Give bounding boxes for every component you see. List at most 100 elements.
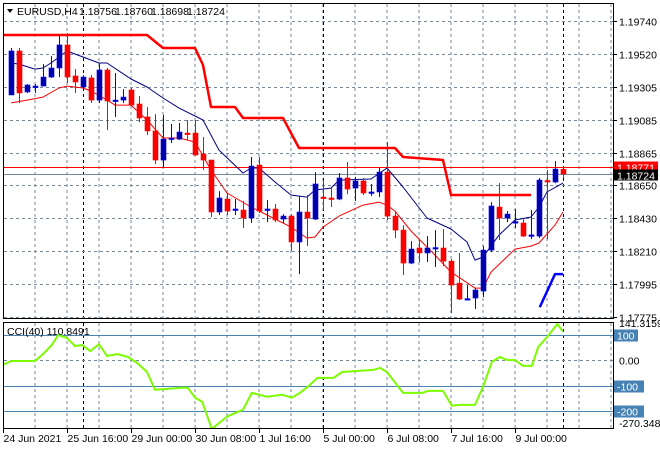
bear-candle (288, 214, 295, 252)
candle-body (264, 208, 271, 211)
bull-candle (32, 83, 39, 94)
time-tick-label: 5 Jul 00:00 (324, 433, 376, 445)
candle-body (88, 77, 95, 101)
candle-body (312, 183, 319, 220)
candle-body (512, 221, 519, 224)
candle-body (104, 69, 111, 102)
bear-candle (88, 75, 95, 103)
bull-candle (40, 64, 47, 87)
candle-body (40, 76, 47, 87)
candle-body (368, 191, 375, 194)
bear-candle (72, 69, 79, 94)
price-tick-label: 1.18865 (619, 149, 657, 161)
time-tick-label: 29 Jun 00:00 (132, 433, 193, 445)
price-tick-label: 1.17995 (619, 280, 657, 292)
candle-body (48, 67, 55, 78)
candle-body (544, 180, 551, 183)
candle-body (352, 180, 359, 189)
candle-body (424, 247, 431, 254)
bull-candle (424, 236, 431, 263)
bull-candle (216, 191, 223, 216)
candle-body (440, 247, 447, 262)
candle-body (360, 180, 367, 194)
bear-candle (152, 114, 159, 165)
bull-candle (80, 75, 87, 89)
candle-body (184, 132, 191, 135)
candle-body (528, 234, 535, 237)
price-axis: 1.197401.195201.193051.190851.188651.186… (613, 17, 658, 325)
bull-candle (296, 196, 303, 275)
candle-body (472, 289, 479, 299)
candle-body (160, 138, 167, 161)
bear-candle (520, 219, 527, 238)
bid-price-label: 1.18724 (617, 171, 655, 183)
candle-body (24, 84, 31, 93)
candle-body (200, 153, 207, 161)
bear-candle (184, 119, 191, 141)
dropdown-triangle-icon[interactable] (7, 9, 13, 13)
bull-candle (56, 33, 63, 78)
price-tick-label: 1.19085 (619, 116, 657, 128)
candle-body (208, 159, 215, 213)
bear-candle (224, 193, 231, 216)
high-value: 1.18760 (115, 6, 153, 18)
price-tick-label: 1.19520 (619, 50, 657, 62)
candle-body (32, 85, 39, 88)
time-axis: 24 Jun 2021 25 Jun 16:00 29 Jun 00:00 30 Ju… (3, 429, 568, 445)
bear-candle (240, 201, 247, 228)
candle-body (288, 215, 295, 243)
bull-candle (480, 246, 487, 298)
candle-body (176, 131, 183, 140)
candle-body (464, 298, 471, 301)
candle-body (216, 197, 223, 213)
candle-body (480, 249, 487, 292)
cci-zero-label: 0.00 (619, 356, 640, 368)
candle-body (376, 171, 383, 193)
bear-candle (208, 159, 215, 217)
candle-body (8, 50, 15, 96)
time-tick-label: 30 Jun 08:00 (196, 433, 257, 445)
trailing-stop-line (3, 33, 531, 197)
cci-min-label: -270.3482 (619, 418, 660, 430)
price-chart[interactable]: 1.19740 1.19520 1.19305 1.19085 1.18865 1.186… (0, 0, 660, 450)
candle-body (272, 208, 279, 221)
candle-body (192, 132, 199, 156)
candle-body (168, 137, 175, 140)
bull-candle (96, 63, 103, 103)
cci-pane-border (3, 322, 614, 429)
bull-candle (536, 177, 543, 239)
cci-level-label: -100 (617, 382, 638, 394)
bull-candle (112, 72, 119, 117)
bear-candle (144, 107, 151, 136)
bull-candle (248, 157, 255, 224)
main-series (3, 33, 613, 308)
candle-body (504, 213, 511, 219)
bear-candle (104, 67, 111, 131)
bear-candle (128, 88, 135, 106)
bear-candle (360, 177, 367, 195)
price-tick-label: 1.19305 (619, 83, 657, 95)
candle-body (72, 75, 79, 83)
bear-candle (328, 188, 335, 208)
bull-candle (24, 83, 31, 94)
bull-candle (552, 161, 559, 184)
symbol-label: EURUSD,H4 (17, 6, 78, 18)
cci-line-group (4, 323, 564, 429)
low-value: 1.18698 (151, 6, 189, 18)
candle-body (536, 179, 543, 237)
bull-candle (312, 172, 319, 220)
time-tick-label: 9 Jul 00:00 (516, 433, 568, 445)
candle-body (240, 209, 247, 219)
main-pane-border (3, 3, 614, 319)
bull-candle (368, 183, 375, 197)
candle-body (416, 247, 423, 254)
bull-candle (280, 214, 287, 224)
candle-body (64, 44, 71, 78)
candle-body (328, 197, 335, 200)
candle-body (552, 168, 559, 183)
candle-body (280, 215, 287, 220)
candle-body (232, 208, 239, 211)
bear-candle (304, 194, 311, 247)
bear-candle (560, 168, 567, 178)
candle-body (256, 164, 263, 212)
